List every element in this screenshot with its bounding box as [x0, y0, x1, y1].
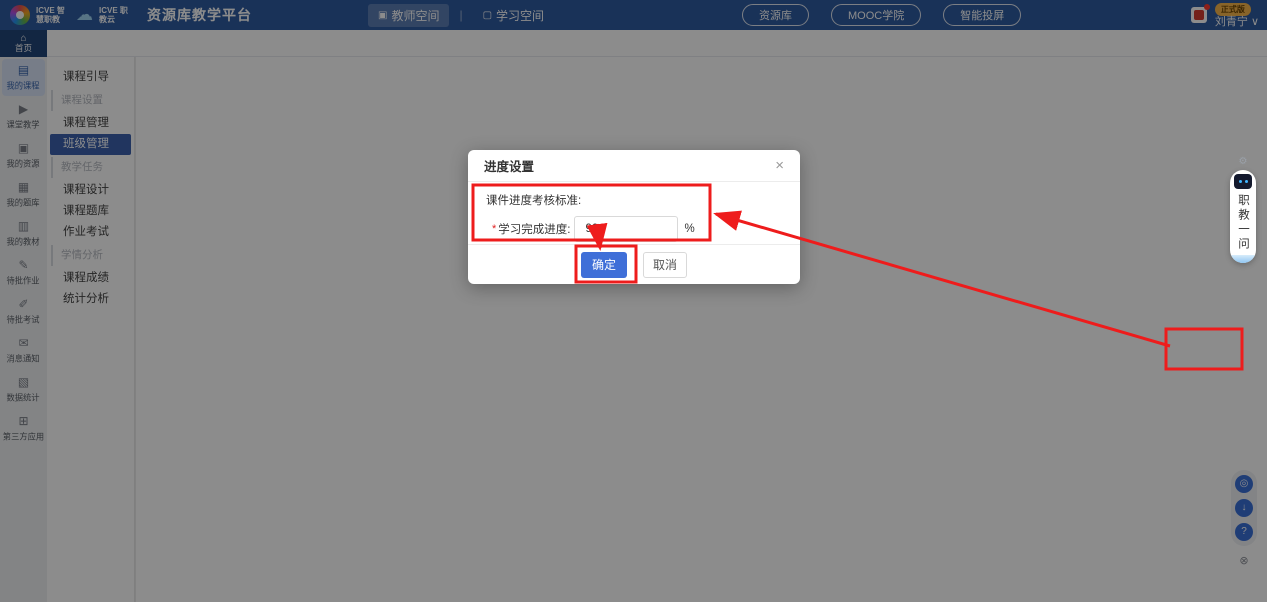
progress-standard-label: 课件进度考核标准: — [486, 192, 782, 208]
assistant-label: 职教一问 — [1235, 194, 1251, 252]
wave-decoration — [1230, 255, 1256, 263]
modal-overlay[interactable] — [0, 0, 1267, 602]
ai-assistant-widget[interactable]: ⚙ 职教一问 — [1229, 156, 1257, 263]
completion-progress-label: 学习完成进度: — [498, 221, 570, 237]
completion-progress-field: * 学习完成进度: 90 % — [486, 216, 782, 242]
confirm-button[interactable]: 确定 — [581, 252, 627, 278]
required-mark: * — [492, 223, 496, 235]
completion-progress-input[interactable]: 90 — [574, 216, 678, 242]
dialog-title: 进度设置 — [484, 156, 534, 175]
dialog-footer: 确定 取消 — [468, 244, 800, 284]
dialog-header: 进度设置 × — [468, 150, 800, 182]
cancel-button[interactable]: 取消 — [643, 252, 687, 278]
close-icon[interactable]: × — [775, 158, 784, 173]
dialog-body: 课件进度考核标准: * 学习完成进度: 90 % — [468, 182, 800, 242]
gear-icon[interactable]: ⚙ — [1239, 156, 1248, 168]
progress-setting-dialog: 进度设置 × 课件进度考核标准: * 学习完成进度: 90 % 确定 取消 — [468, 150, 800, 284]
percent-unit: % — [684, 223, 694, 235]
assistant-pill[interactable]: 职教一问 — [1230, 170, 1256, 263]
robot-icon — [1234, 174, 1252, 189]
app-window: ICVE 智慧职教 ☁ ICVE 职教云 资源库教学平台 ▣ 教师空间 | ▢ … — [0, 0, 1267, 602]
